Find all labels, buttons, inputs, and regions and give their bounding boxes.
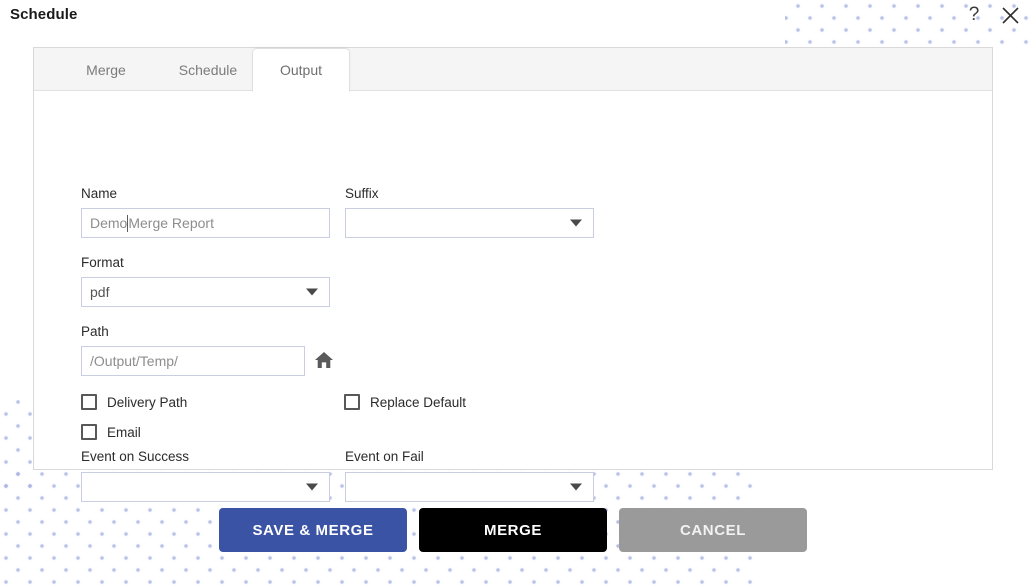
output-form: Name Demo Merge Report Suffix Format pdf… [34, 91, 992, 502]
cancel-button[interactable]: CANCEL [619, 508, 807, 552]
format-label: Format [81, 255, 124, 270]
checkbox-email-box[interactable] [81, 424, 97, 440]
name-input[interactable]: Demo Merge Report [81, 208, 330, 238]
event-on-success-select[interactable] [81, 472, 330, 502]
suffix-label: Suffix [345, 186, 379, 201]
path-label: Path [81, 324, 109, 339]
event-on-fail-label: Event on Fail [345, 449, 424, 464]
home-icon[interactable] [314, 350, 334, 372]
checkbox-email[interactable]: Email [81, 424, 141, 440]
tab-output[interactable]: Output [252, 48, 350, 92]
checkbox-replace-default[interactable]: Replace Default [344, 394, 466, 410]
tab-schedule[interactable]: Schedule [154, 48, 262, 91]
schedule-dialog: Merge Schedule Output Name Demo Merge Re… [33, 47, 993, 502]
event-on-fail-select[interactable] [345, 472, 594, 502]
name-input-value-head: Demo [90, 215, 128, 231]
save-and-merge-button[interactable]: SAVE & MERGE [219, 508, 407, 552]
close-icon[interactable] [997, 2, 1023, 28]
checkbox-delivery-path[interactable]: Delivery Path [81, 394, 187, 410]
checkbox-replace-default-box[interactable] [344, 394, 360, 410]
tab-merge-label: Merge [86, 61, 126, 78]
event-on-success-label: Event on Success [81, 449, 190, 464]
tab-bar: Merge Schedule Output [34, 48, 992, 92]
format-select-value: pdf [90, 284, 110, 300]
tab-merge[interactable]: Merge [58, 48, 154, 91]
page-title: Schedule [10, 6, 78, 23]
path-input[interactable]: /Output/Temp/ [81, 346, 305, 376]
chevron-down-icon [570, 483, 582, 491]
chevron-down-icon [306, 288, 318, 296]
help-icon[interactable]: ? [961, 2, 987, 28]
suffix-select[interactable] [345, 208, 594, 238]
chevron-down-icon [570, 219, 582, 227]
name-input-value-tail: Merge Report [128, 215, 214, 231]
format-select[interactable]: pdf [81, 277, 330, 307]
tab-output-label: Output [279, 62, 323, 78]
background-pattern-top-right [785, 0, 1031, 48]
checkbox-delivery-path-box[interactable] [81, 394, 97, 410]
checkbox-replace-default-label: Replace Default [370, 394, 467, 410]
chevron-down-icon [306, 483, 318, 491]
name-label: Name [81, 186, 118, 201]
path-input-value: /Output/Temp/ [90, 353, 178, 369]
tab-schedule-label: Schedule [178, 61, 238, 78]
merge-button[interactable]: MERGE [419, 508, 607, 552]
checkbox-email-label: Email [107, 424, 141, 440]
checkbox-delivery-path-label: Delivery Path [107, 394, 188, 410]
background-pattern-left-strip [0, 400, 33, 490]
